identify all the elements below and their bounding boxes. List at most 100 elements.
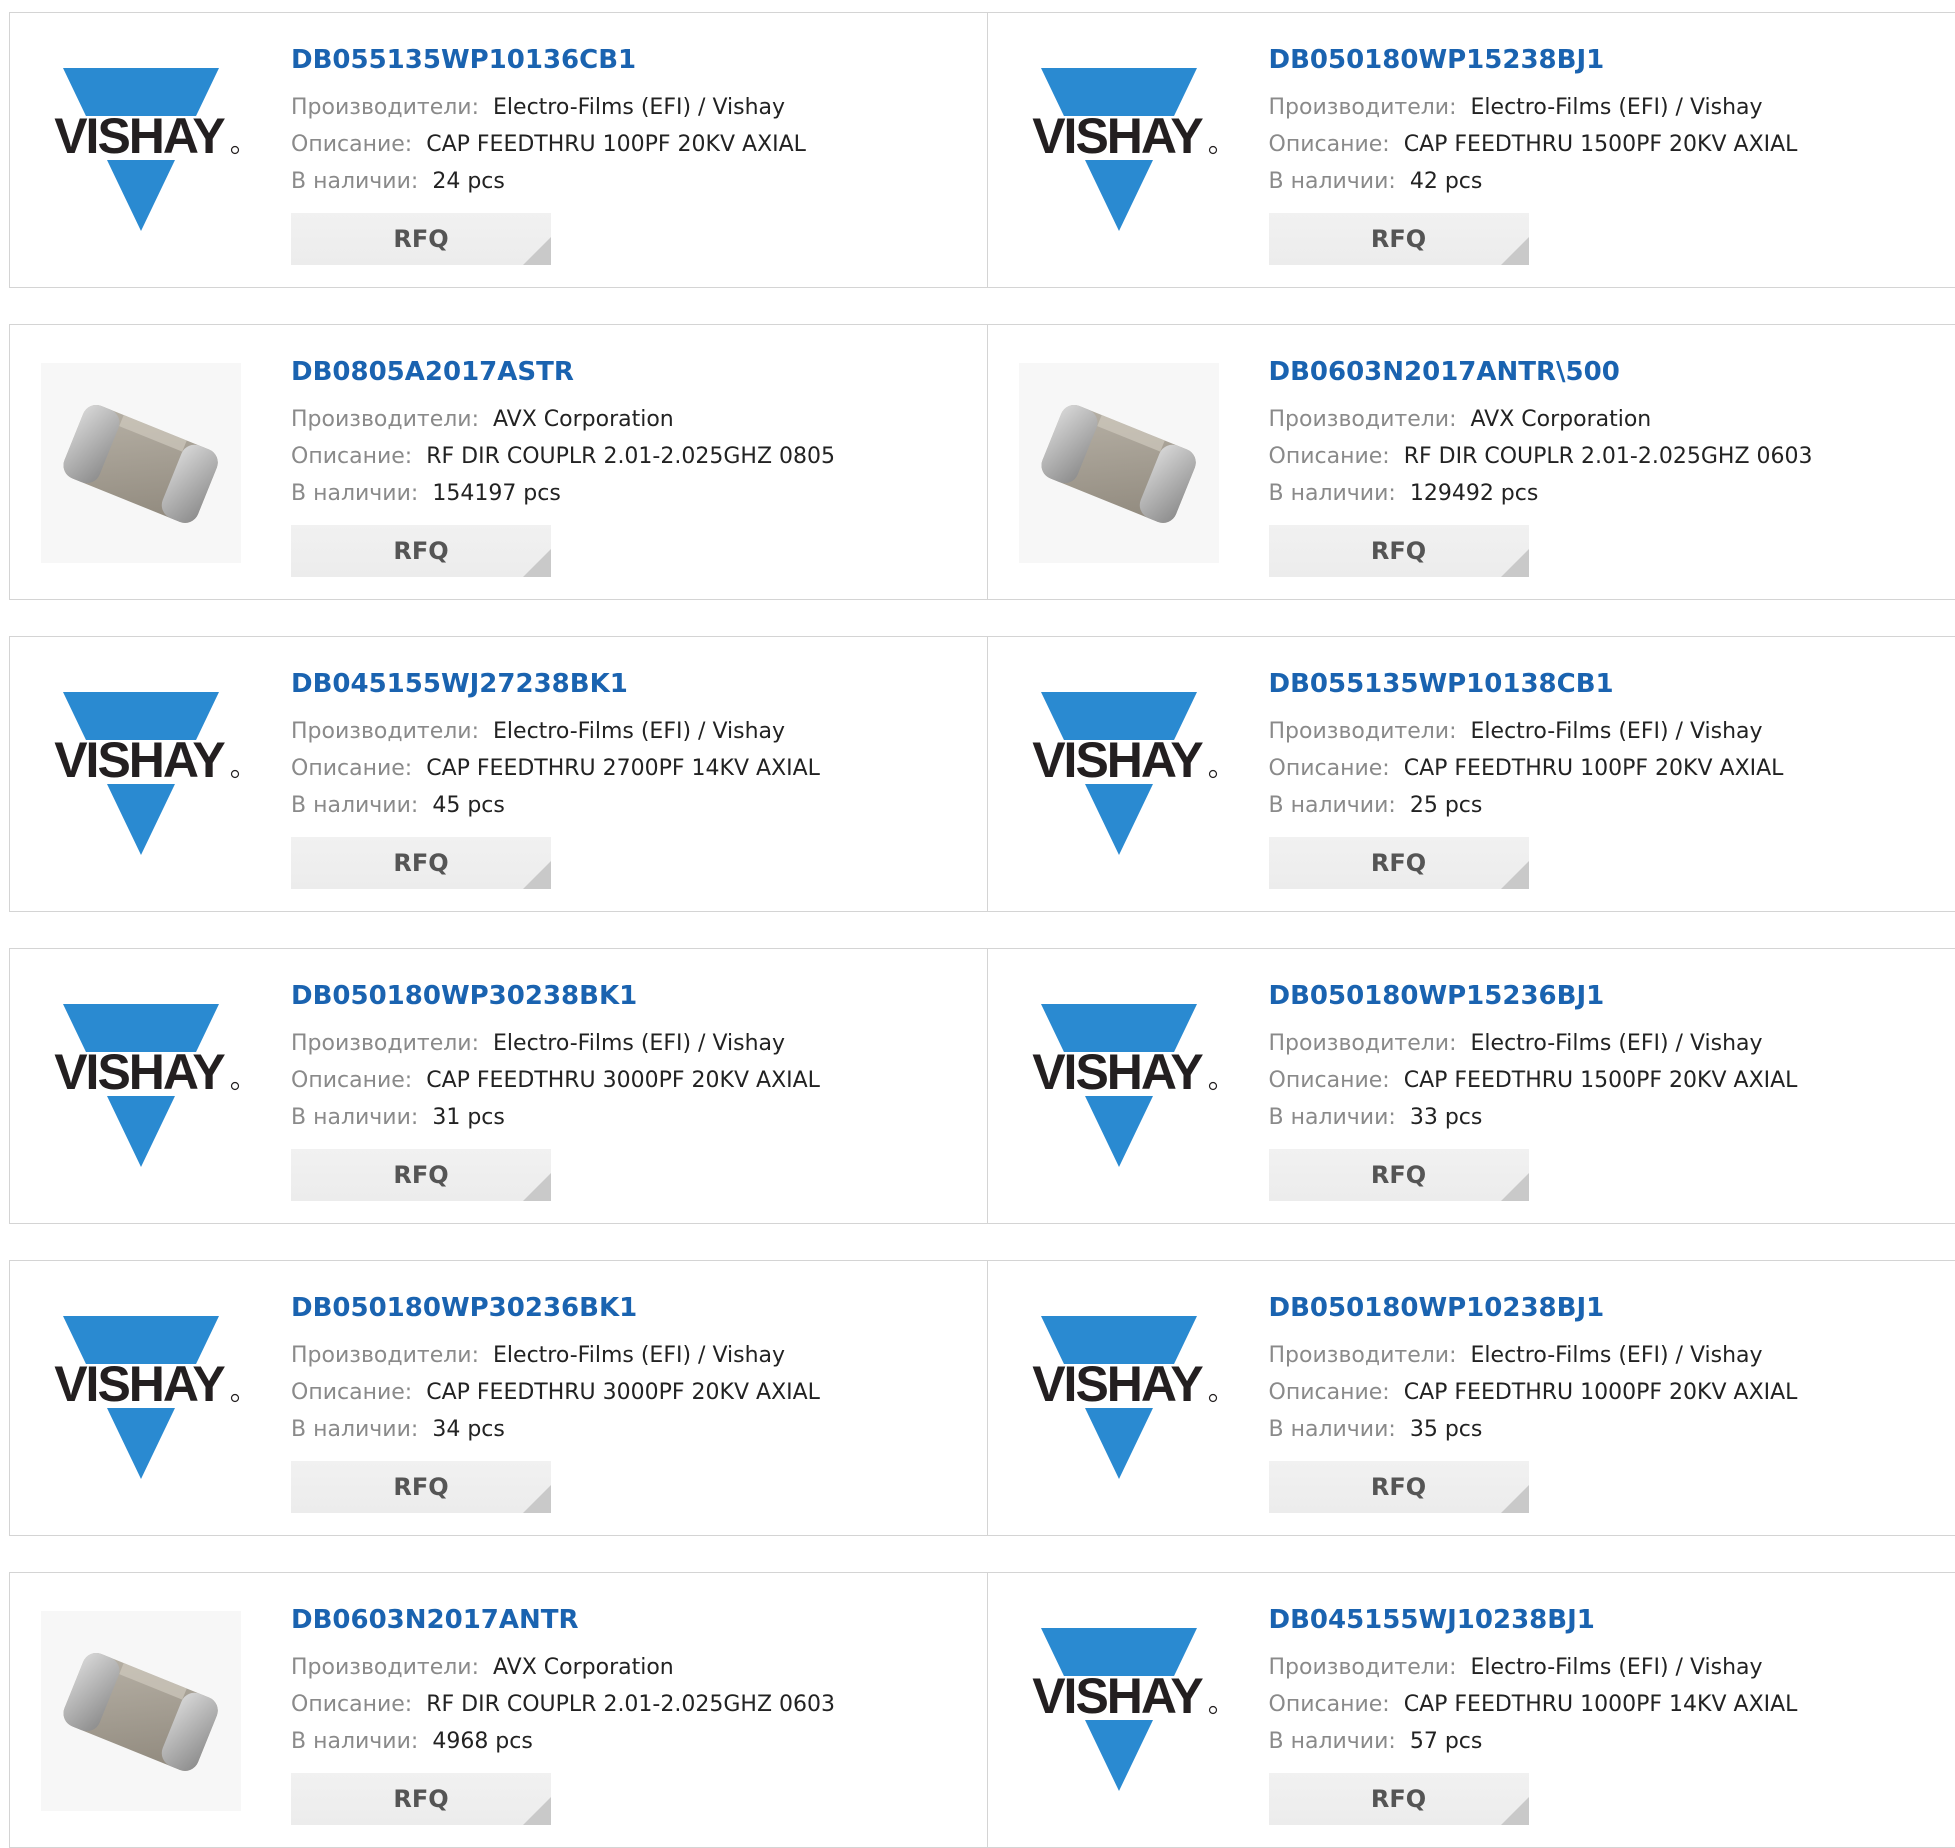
product-thumbnail[interactable]: VISHAY bbox=[41, 675, 241, 875]
rfq-corner-decoration bbox=[1501, 1797, 1529, 1825]
rfq-button[interactable]: RFQ bbox=[291, 837, 551, 889]
rfq-button-label: RFQ bbox=[1371, 537, 1426, 565]
stock-value: 129492 pcs bbox=[1410, 481, 1539, 506]
vishay-logo-icon: VISHAY bbox=[1019, 1626, 1219, 1796]
rfq-button[interactable]: RFQ bbox=[291, 213, 551, 265]
part-number-link[interactable]: DB055135WP10136CB1 bbox=[291, 43, 977, 77]
manufacturer-label: Производители: bbox=[291, 1343, 479, 1368]
rfq-button[interactable]: RFQ bbox=[291, 1149, 551, 1201]
manufacturer-line: Производители:Electro-Films (EFI) / Vish… bbox=[291, 89, 977, 126]
rfq-button-label: RFQ bbox=[393, 849, 448, 877]
manufacturer-line: Производители:Electro-Films (EFI) / Vish… bbox=[1269, 713, 1946, 750]
product-thumbnail[interactable]: VISHAY bbox=[1019, 51, 1219, 251]
product-thumbnail[interactable]: VISHAY bbox=[1019, 675, 1219, 875]
rfq-button-label: RFQ bbox=[1371, 1161, 1426, 1189]
smd-chip-photo-icon bbox=[1019, 363, 1219, 563]
product-info: DB050180WP10238BJ1 Производители:Electro-… bbox=[1269, 1291, 1946, 1513]
product-thumbnail[interactable] bbox=[41, 1611, 241, 1811]
stock-value: 4968 pcs bbox=[432, 1729, 533, 1754]
svg-text:VISHAY: VISHAY bbox=[54, 108, 225, 164]
rfq-button[interactable]: RFQ bbox=[291, 525, 551, 577]
rfq-button-label: RFQ bbox=[393, 1785, 448, 1813]
part-number-link[interactable]: DB050180WP10238BJ1 bbox=[1269, 1291, 1946, 1325]
part-number-link[interactable]: DB0805A2017ASTR bbox=[291, 355, 977, 389]
product-row: VISHAY DB045155WJ27238BK1Производители:E… bbox=[9, 636, 1955, 912]
product-thumbnail[interactable]: VISHAY bbox=[41, 1299, 241, 1499]
part-number-link[interactable]: DB0603N2017ANTR\500 bbox=[1269, 355, 1946, 389]
stock-label: В наличии: bbox=[1269, 1729, 1396, 1754]
part-number-link[interactable]: DB050180WP15236BJ1 bbox=[1269, 979, 1946, 1013]
stock-label: В наличии: bbox=[291, 169, 418, 194]
description-value: CAP FEEDTHRU 100PF 20KV AXIAL bbox=[426, 132, 806, 157]
product-info: DB050180WP30236BK1 Производители: Electro-… bbox=[291, 1291, 977, 1513]
product-row: VISHAY DB050180WP30238BK1Производители:E… bbox=[9, 948, 1955, 1224]
description-label: Описание: bbox=[1269, 756, 1390, 781]
part-number-link[interactable]: DB045155WJ10238BJ1 bbox=[1269, 1603, 1946, 1637]
product-thumbnail[interactable]: VISHAY bbox=[1019, 987, 1219, 1187]
svg-text:VISHAY: VISHAY bbox=[1032, 108, 1203, 164]
stock-label: В наличии: bbox=[1269, 793, 1396, 818]
svg-text:VISHAY: VISHAY bbox=[1032, 1044, 1203, 1100]
svg-text:VISHAY: VISHAY bbox=[54, 1044, 225, 1100]
rfq-corner-decoration bbox=[523, 1797, 551, 1825]
rfq-button-label: RFQ bbox=[1371, 225, 1426, 253]
manufacturer-value: Electro-Films (EFI) / Vishay bbox=[493, 95, 785, 120]
manufacturer-value: AVX Corporation bbox=[1471, 407, 1652, 432]
part-number-link[interactable]: DB050180WP30236BK1 bbox=[291, 1291, 977, 1325]
rfq-button[interactable]: RFQ bbox=[291, 1773, 551, 1825]
product-card: VISHAY DB055135WP10136CB1 Производители:E… bbox=[10, 13, 988, 287]
product-thumbnail[interactable]: VISHAY bbox=[41, 987, 241, 1187]
rfq-button-label: RFQ bbox=[1371, 1473, 1426, 1501]
product-info: DB050180WP15236BJ1Производители:Electro-… bbox=[1269, 979, 1946, 1201]
manufacturer-value: Electro-Films (EFI) / Vishay bbox=[1471, 1655, 1763, 1680]
rfq-corner-decoration bbox=[523, 549, 551, 577]
rfq-button[interactable]: RFQ bbox=[291, 1461, 551, 1513]
description-line: Описание:CAP FEEDTHRU 3000PF 20KV AXIAL bbox=[291, 1374, 977, 1411]
rfq-corner-decoration bbox=[1501, 237, 1529, 265]
product-thumbnail[interactable]: VISHAY bbox=[41, 51, 241, 251]
part-number-link[interactable]: DB045155WJ27238BK1 bbox=[291, 667, 977, 701]
description-label: Описание: bbox=[291, 1068, 412, 1093]
rfq-corner-decoration bbox=[523, 1173, 551, 1201]
rfq-button[interactable]: RFQ bbox=[1269, 1149, 1529, 1201]
product-card: VISHAY DB050180WP15236BJ1Производители:E… bbox=[988, 949, 1955, 1223]
manufacturer-label: Производители: bbox=[1269, 1343, 1457, 1368]
part-number-link[interactable]: DB0603N2017ANTR bbox=[291, 1603, 977, 1637]
product-thumbnail[interactable]: VISHAY bbox=[1019, 1299, 1219, 1499]
manufacturer-line: Производители:Electro-Films (EFI) / Vish… bbox=[1269, 1337, 1946, 1374]
stock-value: 31 pcs bbox=[432, 1105, 505, 1130]
manufacturer-value: Electro-Films (EFI) / Vishay bbox=[493, 1343, 785, 1368]
product-card: VISHAY DB050180WP15238BJ1Производители:E… bbox=[988, 13, 1955, 287]
description-line: Описание:CAP FEEDTHRU 100PF 20KV AXIAL bbox=[291, 126, 977, 163]
rfq-button[interactable]: RFQ bbox=[1269, 1773, 1529, 1825]
part-number-link[interactable]: DB050180WP15238BJ1 bbox=[1269, 43, 1946, 77]
product-thumbnail[interactable]: VISHAY bbox=[1019, 1611, 1219, 1811]
product-info: DB055135WP10136CB1 Производители:Electro-… bbox=[291, 43, 977, 265]
product-info: DB050180WP30238BK1Производители:Electro-… bbox=[291, 979, 977, 1201]
rfq-button[interactable]: RFQ bbox=[1269, 525, 1529, 577]
rfq-button[interactable]: RFQ bbox=[1269, 213, 1529, 265]
part-number-link[interactable]: DB050180WP30238BK1 bbox=[291, 979, 977, 1013]
product-grid: VISHAY DB055135WP10136CB1Производители:E… bbox=[9, 12, 1955, 1848]
vishay-logo-icon: VISHAY bbox=[41, 690, 241, 860]
stock-line: В наличии:45 pcs bbox=[291, 787, 977, 824]
stock-line: В наличии:33 pcs bbox=[1269, 1099, 1946, 1136]
description-label: Описание: bbox=[1269, 132, 1390, 157]
stock-label: В наличии: bbox=[1269, 481, 1396, 506]
rfq-button[interactable]: RFQ bbox=[1269, 837, 1529, 889]
rfq-button[interactable]: RFQ bbox=[1269, 1461, 1529, 1513]
manufacturer-value: Electro-Films (EFI) / Vishay bbox=[493, 719, 785, 744]
product-thumbnail[interactable] bbox=[1019, 363, 1219, 563]
product-thumbnail[interactable] bbox=[41, 363, 241, 563]
product-row: VISHAY DB050180WP30236BK1Производители:E… bbox=[9, 1260, 1955, 1536]
description-label: Описание: bbox=[1269, 1692, 1390, 1717]
product-info: DB055135WP10138CB1 Производители:Electro-… bbox=[1269, 667, 1946, 889]
rfq-corner-decoration bbox=[523, 861, 551, 889]
manufacturer-label: Производители: bbox=[291, 719, 479, 744]
part-number-link[interactable]: DB055135WP10138CB1 bbox=[1269, 667, 1946, 701]
stock-label: В наличии: bbox=[1269, 1417, 1396, 1442]
manufacturer-line: Производители:AVX Corporation bbox=[1269, 401, 1946, 438]
description-label: Описание: bbox=[291, 444, 412, 469]
manufacturer-value: Electro-Films (EFI) / Vishay bbox=[1471, 719, 1763, 744]
stock-value: 35 pcs bbox=[1410, 1417, 1483, 1442]
